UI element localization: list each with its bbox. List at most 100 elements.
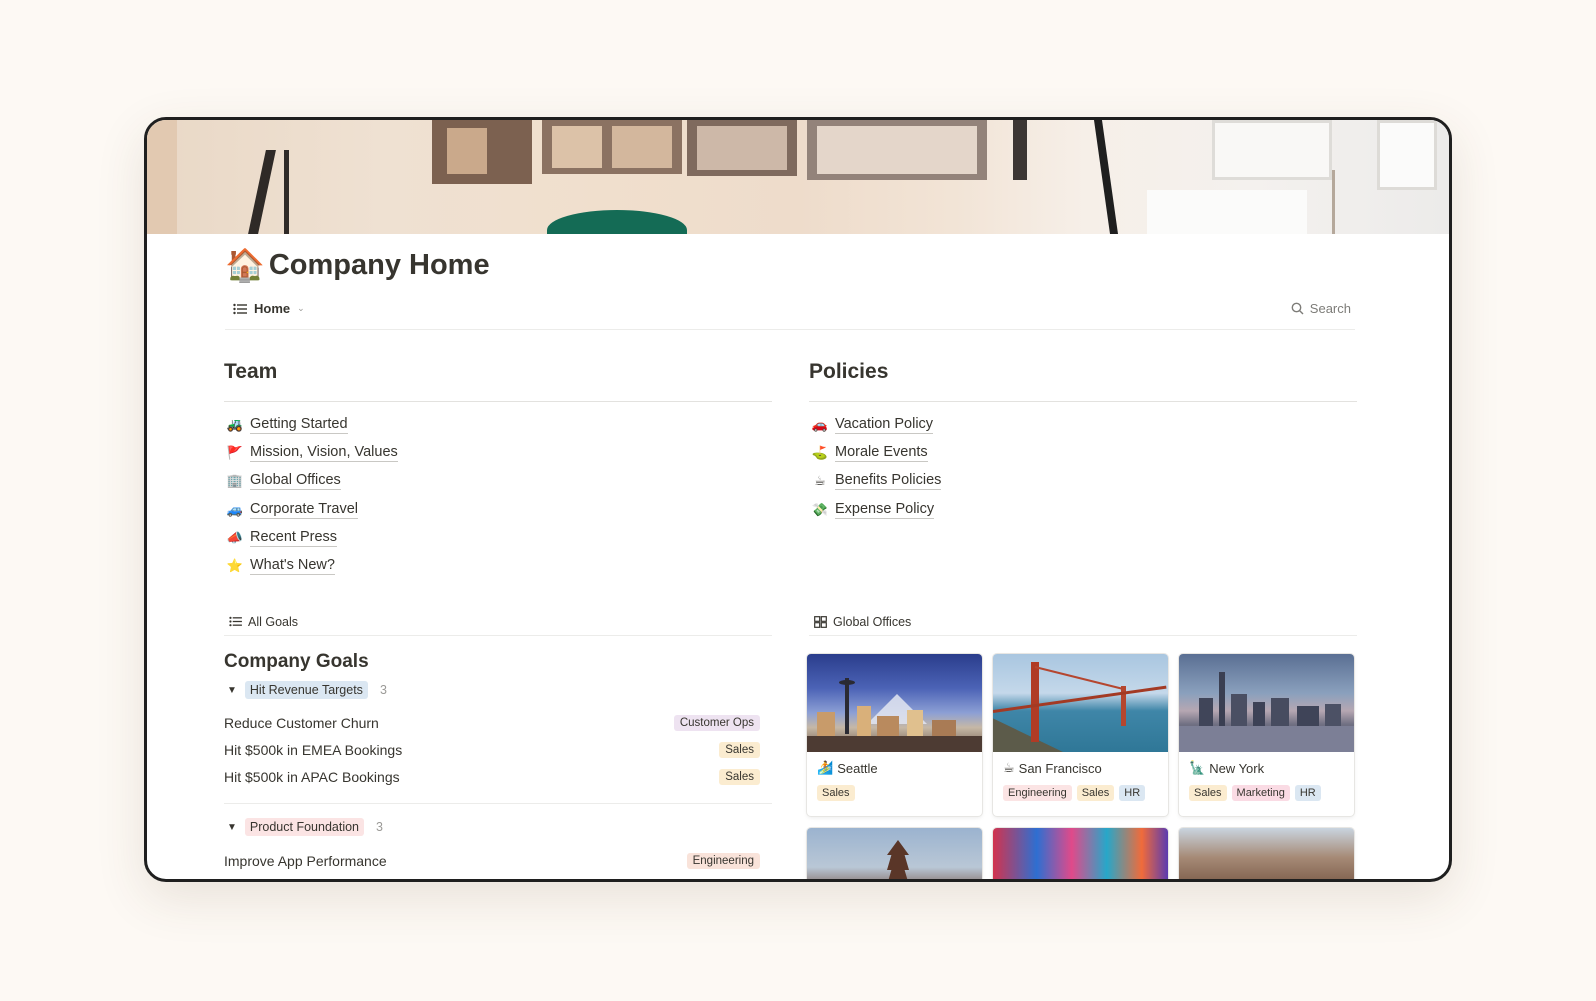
toggle-triangle-icon[interactable]: ▼ [227, 685, 237, 696]
link-global-offices[interactable]: 🏢 Global Offices [224, 467, 772, 495]
link-corporate-travel[interactable]: 🚙 Corporate Travel [224, 496, 772, 524]
link-whats-new[interactable]: ⭐ What's New? [224, 552, 772, 580]
team-tag: Sales [1189, 785, 1227, 801]
app-window: 🏠 Company Home Home ⌄ Search Team 🚜 Gett… [144, 117, 1452, 882]
link-label[interactable]: Recent Press [250, 529, 338, 547]
group-label: Product Foundation [244, 818, 365, 836]
team-section: Team 🚜 Getting Started 🚩 Mission, Vision… [224, 360, 772, 580]
search-label: Search [1309, 301, 1351, 316]
policies-link-list: 🚗 Vacation Policy ⛳ Morale Events ☕ Bene… [809, 411, 1357, 524]
link-label[interactable]: Getting Started [250, 416, 348, 435]
house-icon[interactable]: 🏠 [225, 246, 265, 284]
team-tag: Sales [1076, 785, 1115, 801]
team-tag: HR [1119, 785, 1146, 801]
link-label[interactable]: Benefits Policies [835, 472, 942, 491]
card-cover-image [807, 828, 982, 879]
offices-view-tab[interactable]: Global Offices [809, 608, 1357, 636]
view-tab-label: Home [254, 301, 291, 316]
group-count: 3 [376, 820, 383, 834]
list-icon [229, 616, 242, 627]
link-label[interactable]: Expense Policy [835, 501, 935, 519]
coffee-icon: ☕ [1003, 760, 1015, 775]
gallery-card-partial[interactable] [993, 828, 1168, 879]
statue-of-liberty-icon: 🗽 [1189, 760, 1206, 775]
goal-name[interactable]: Hit $500k in EMEA Bookings [224, 742, 402, 758]
link-expense-policy[interactable]: 💸 Expense Policy [809, 496, 1357, 524]
star-icon: ⭐ [226, 558, 244, 574]
search-icon [1291, 302, 1304, 315]
card-cover-image [993, 828, 1168, 879]
megaphone-icon: 📣 [226, 529, 244, 545]
gallery-card-san-francisco[interactable]: ☕ San Francisco Engineering Sales HR [993, 654, 1168, 816]
card-tags: Sales Marketing HR [1189, 785, 1321, 801]
card-cover-image [1179, 828, 1354, 879]
group-header-product-foundation[interactable]: ▼ Product Foundation 3 [227, 818, 383, 836]
goal-name[interactable]: Improve App Performance [224, 853, 387, 869]
offices-view-label: Global Offices [833, 614, 912, 629]
group-header-hit-revenue-targets[interactable]: ▼ Hit Revenue Targets 3 [227, 681, 387, 699]
link-label[interactable]: Corporate Travel [250, 501, 358, 519]
link-label[interactable]: Vacation Policy [835, 416, 934, 435]
surfer-icon: 🏄 [817, 760, 834, 775]
card-name: New York [1209, 760, 1265, 776]
new-york-cover-image [1179, 654, 1354, 752]
team-heading: Team [224, 360, 772, 402]
gallery-card-seattle[interactable]: 🏄 Seattle Sales [807, 654, 982, 816]
table-row[interactable]: Improve App Performance Engineering [224, 847, 772, 874]
toggle-triangle-icon[interactable]: ▼ [227, 822, 237, 833]
goals-view-label: All Goals [248, 614, 299, 629]
link-recent-press[interactable]: 📣 Recent Press [224, 524, 772, 552]
seattle-cover-image [807, 654, 982, 752]
flag-icon: 🚩 [226, 445, 244, 461]
gallery-card-new-york[interactable]: 🗽 New York Sales Marketing HR [1179, 654, 1354, 816]
link-morale-events[interactable]: ⛳ Morale Events [809, 439, 1357, 467]
link-label[interactable]: Mission, Vision, Values [250, 444, 398, 463]
team-tag: Sales [719, 768, 760, 785]
link-label[interactable]: Global Offices [250, 472, 341, 491]
list-icon [233, 303, 247, 314]
link-vacation-policy[interactable]: 🚗 Vacation Policy [809, 411, 1357, 439]
page-view-bar: Home ⌄ Search [225, 296, 1355, 330]
search-button[interactable]: Search [1291, 301, 1351, 316]
golf-flag-icon: ⛳ [811, 445, 829, 461]
card-tags: Engineering Sales HR [1003, 785, 1146, 801]
suv-icon: 🚙 [226, 501, 244, 517]
gallery-icon [814, 615, 827, 628]
goals-view-tab[interactable]: All Goals [224, 608, 772, 636]
gallery-card-partial[interactable] [807, 828, 982, 879]
link-label[interactable]: What's New? [250, 557, 335, 576]
card-name: San Francisco [1018, 760, 1102, 776]
tractor-icon: 🚜 [226, 417, 244, 433]
office-building-icon: 🏢 [226, 473, 244, 489]
group-divider [224, 803, 772, 804]
link-mission-vision-values[interactable]: 🚩 Mission, Vision, Values [224, 439, 772, 467]
gallery-card-partial[interactable] [1179, 828, 1354, 879]
page-title-text: Company Home [268, 248, 490, 281]
link-label[interactable]: Morale Events [835, 444, 928, 463]
san-francisco-cover-image [993, 654, 1168, 752]
card-title: ☕ San Francisco [1003, 760, 1102, 776]
goal-name[interactable]: Reduce Customer Churn [224, 715, 379, 731]
page-cover-image[interactable] [147, 120, 1449, 234]
team-tag: Engineering [1003, 785, 1072, 801]
table-row[interactable]: Reduce Customer Churn Customer Ops [224, 709, 772, 736]
link-getting-started[interactable]: 🚜 Getting Started [224, 411, 772, 439]
table-row[interactable]: Hit $500k in APAC Bookings Sales [224, 763, 772, 790]
group-count: 3 [379, 683, 387, 697]
team-tag: HR [1294, 785, 1321, 801]
view-tab-home[interactable]: Home ⌄ [233, 301, 305, 316]
coffee-icon: ☕ [814, 473, 826, 489]
card-tags: Sales [817, 785, 855, 801]
goals-database-title[interactable]: Company Goals [224, 651, 369, 673]
card-title: 🏄 Seattle [817, 760, 878, 776]
link-benefits-policies[interactable]: ☕ Benefits Policies [809, 467, 1357, 495]
card-title: 🗽 New York [1189, 760, 1264, 776]
policies-section: Policies 🚗 Vacation Policy ⛳ Morale Even… [809, 360, 1357, 524]
team-link-list: 🚜 Getting Started 🚩 Mission, Vision, Val… [224, 411, 772, 580]
table-row[interactable]: Hit $500k in EMEA Bookings Sales [224, 736, 772, 763]
team-tag: Sales [719, 741, 760, 758]
team-tag: Sales [817, 785, 855, 801]
team-tag: Marketing [1231, 785, 1290, 801]
chevron-down-icon[interactable]: ⌄ [297, 303, 305, 314]
goal-name[interactable]: Hit $500k in APAC Bookings [224, 769, 400, 785]
